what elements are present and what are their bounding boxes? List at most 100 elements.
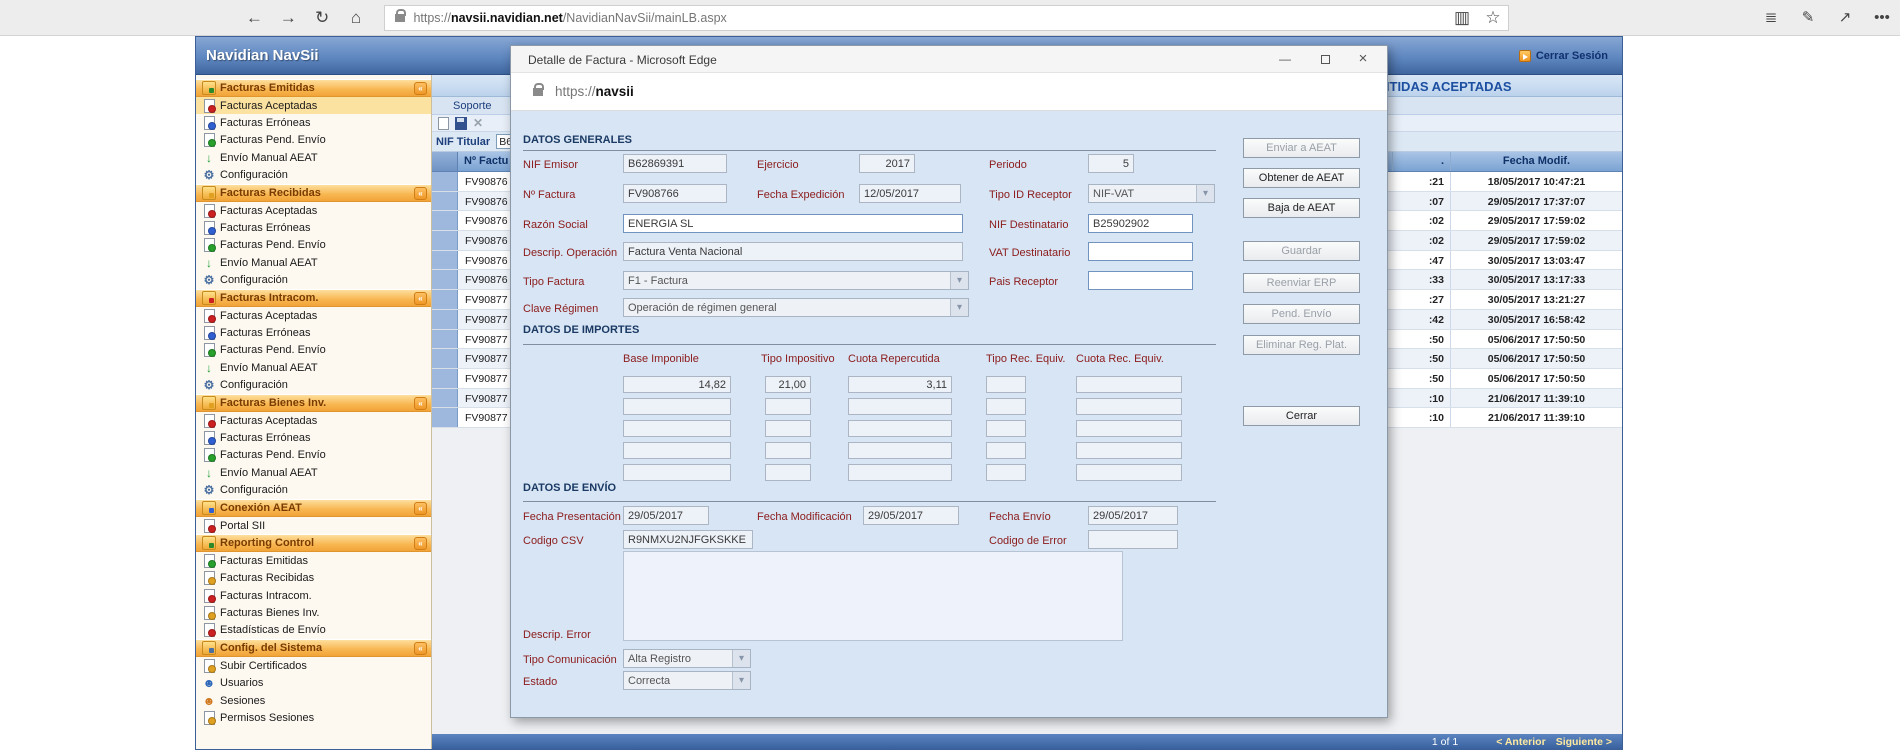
address-bar[interactable]: https://navsii.navidian.net/NavidianNavS… [384,5,1509,31]
vat-destinatario-field[interactable] [1088,242,1193,261]
sidebar-item-facturas-aceptadas[interactable]: Facturas Aceptadas [196,307,431,324]
grid-partial-column-header[interactable]: . [1392,152,1450,171]
sidebar-item-configuraci-n[interactable]: ⚙Configuración [196,167,431,184]
tipo-rec-equiv-input[interactable] [986,442,1026,459]
fecha-modificacion-field[interactable]: 29/05/2017 [863,506,959,525]
periodo-field[interactable]: 5 [1088,154,1134,173]
logout-button[interactable]: Cerrar Sesión [1519,50,1608,62]
sidebar-item-facturas-pend-env-o[interactable]: Facturas Pend. Envío [196,342,431,359]
row-selector-cell[interactable] [432,270,458,289]
codigo-error-field[interactable] [1088,530,1178,549]
sidebar-item-facturas-intracom-[interactable]: Facturas Intracom. [196,587,431,604]
pend-env-o-button[interactable]: Pend. Envío [1243,304,1360,324]
row-selector-cell[interactable] [432,369,458,388]
home-icon[interactable]: ⌂ [340,3,373,33]
sidebar-item-facturas-err-neas[interactable]: Facturas Erróneas [196,429,431,446]
collapse-chevron-icon[interactable]: « [414,397,427,410]
num-factura-field[interactable]: FV908766 [623,184,727,203]
base-imponible-input[interactable] [623,420,731,437]
forward-icon[interactable]: → [272,3,305,33]
sidebar-item-portal-sii[interactable]: Portal SII [196,517,431,534]
collapse-chevron-icon[interactable]: « [414,642,427,655]
tipo-rec-equiv-input[interactable] [986,464,1026,481]
close-button[interactable]: × [1347,46,1379,72]
row-selector-cell[interactable] [432,290,458,309]
minimize-button[interactable]: — [1269,46,1301,72]
reenviar-erp-button[interactable]: Reenviar ERP [1243,273,1360,293]
dialog-address-bar[interactable]: https://navsii [511,73,1387,111]
row-selector-cell[interactable] [432,330,458,349]
sidebar-item-facturas-err-neas[interactable]: Facturas Erróneas [196,324,431,341]
row-selector-cell[interactable] [432,192,458,211]
sidebar-item-facturas-err-neas[interactable]: Facturas Erróneas [196,219,431,236]
nif-emisor-field[interactable]: B62869391 [623,154,727,173]
base-imponible-input[interactable] [623,464,731,481]
tipo-impositivo-input[interactable] [765,398,811,415]
base-imponible-input[interactable] [623,398,731,415]
sidebar-item-facturas-pend-env-o[interactable]: Facturas Pend. Envío [196,447,431,464]
ejercicio-field[interactable]: 2017 [859,154,915,173]
refresh-icon[interactable]: ↻ [306,3,339,33]
base-imponible-input[interactable] [623,442,731,459]
sidebar-item-facturas-aceptadas[interactable]: Facturas Aceptadas [196,412,431,429]
menu-item-soporte[interactable]: Soporte [453,100,492,112]
enviar-a-aeat-button[interactable]: Enviar a AEAT [1243,138,1360,158]
nif-destinatario-field[interactable]: B25902902 [1088,214,1193,233]
cuota-repercutida-input[interactable] [848,420,952,437]
sidebar-item-env-o-manual-aeat[interactable]: ↓Envío Manual AEAT [196,254,431,271]
sidebar-section-facturas-intracom-[interactable]: Facturas Intracom.« [196,289,431,307]
descrip-operacion-field[interactable]: Factura Venta Nacional [623,242,963,261]
sidebar-section-conexi-n-aeat[interactable]: Conexión AEAT« [196,499,431,517]
tipo-comunicacion-select[interactable]: Alta Registro [623,649,751,668]
more-options-icon[interactable]: ••• [1864,3,1900,33]
row-selector-cell[interactable] [432,211,458,230]
web-note-icon[interactable]: ✎ [1790,3,1826,33]
new-record-icon[interactable] [438,117,449,130]
tipo-rec-equiv-input[interactable] [986,398,1026,415]
sidebar-item-estad-sticas-de-env-o[interactable]: Estadísticas de Envío [196,622,431,639]
clave-regimen-select[interactable]: Operación de régimen general [623,298,969,317]
row-selector-cell[interactable] [432,251,458,270]
pais-receptor-field[interactable] [1088,271,1193,290]
base-imponible-input[interactable]: 14,82 [623,376,731,393]
tipo-id-receptor-select[interactable]: NIF-VAT [1088,184,1215,203]
save-icon[interactable] [455,117,467,130]
cuota-repercutida-input[interactable] [848,442,952,459]
fecha-expedicion-field[interactable]: 12/05/2017 [859,184,961,203]
delete-icon[interactable]: ✕ [473,117,489,130]
cerrar-button[interactable]: Cerrar [1243,406,1360,426]
sidebar-section-config-del-sistema[interactable]: Config. del Sistema« [196,639,431,657]
descrip-error-textarea[interactable] [623,551,1123,641]
sidebar-item-facturas-bienes-inv-[interactable]: Facturas Bienes Inv. [196,604,431,621]
sidebar-item-configuraci-n[interactable]: ⚙Configuración [196,481,431,498]
back-icon[interactable]: ← [238,3,271,33]
row-selector-cell[interactable] [432,349,458,368]
codigo-csv-field[interactable]: R9NMXU2NJFGKSKKE [623,530,753,549]
row-selector-cell[interactable] [432,408,458,427]
sidebar-item-facturas-pend-env-o[interactable]: Facturas Pend. Envío [196,132,431,149]
tipo-impositivo-input[interactable] [765,464,811,481]
tipo-rec-equiv-input[interactable] [986,376,1026,393]
row-selector-cell[interactable] [432,231,458,250]
sidebar-item-facturas-aceptadas[interactable]: Facturas Aceptadas [196,97,431,114]
eliminar-reg-plat--button[interactable]: Eliminar Reg. Plat. [1243,335,1360,355]
sidebar-section-facturas-bienes-inv-[interactable]: Facturas Bienes Inv.« [196,394,431,412]
obtener-de-aeat-button[interactable]: Obtener de AEAT [1243,168,1360,188]
dialog-title-bar[interactable]: Detalle de Factura - Microsoft Edge — × [511,46,1387,73]
grid-invoice-column-header[interactable]: Nº Factu [458,152,518,171]
sidebar-item-usuarios[interactable]: ☻Usuarios [196,675,431,692]
favorite-star-icon[interactable]: ☆ [1478,3,1508,33]
sidebar-item-facturas-pend-env-o[interactable]: Facturas Pend. Envío [196,237,431,254]
collapse-chevron-icon[interactable]: « [414,292,427,305]
sidebar-item-facturas-err-neas[interactable]: Facturas Erróneas [196,114,431,131]
cuota-rec-equiv-input[interactable] [1076,398,1182,415]
sidebar-item-configuraci-n[interactable]: ⚙Configuración [196,376,431,393]
sidebar-item-subir-certificados[interactable]: Subir Certificados [196,657,431,674]
sidebar-item-facturas-recibidas[interactable]: Facturas Recibidas [196,570,431,587]
tipo-impositivo-input[interactable] [765,420,811,437]
collapse-chevron-icon[interactable]: « [414,82,427,95]
sidebar-section-reporting-control[interactable]: Reporting Control« [196,534,431,552]
estado-select[interactable]: Correcta [623,671,751,690]
tipo-rec-equiv-input[interactable] [986,420,1026,437]
sidebar-item-sesiones[interactable]: ☻Sesiones [196,692,431,709]
